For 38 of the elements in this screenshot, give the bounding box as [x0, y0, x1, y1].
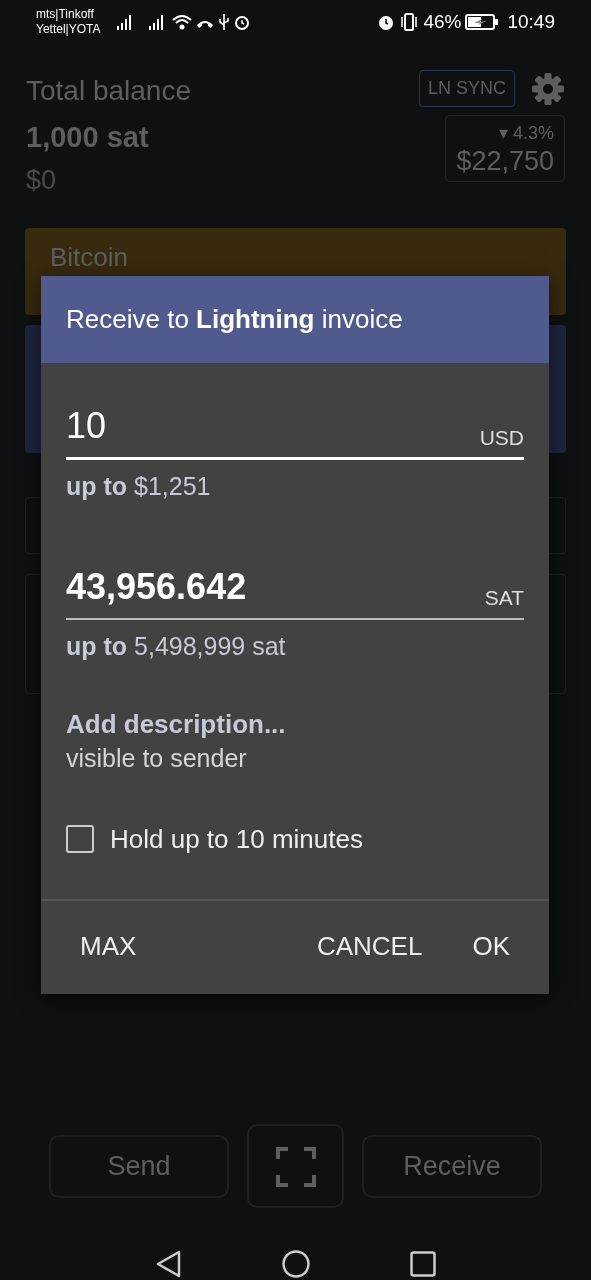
settings-icon[interactable]: [531, 71, 565, 106]
battery-percent: 46%: [423, 9, 462, 34]
fiat-amount: $0: [26, 163, 58, 197]
unit-label: USD: [479, 424, 524, 451]
description-hint: visible to sender: [66, 743, 248, 774]
clock: 10:49: [507, 9, 555, 34]
limit-text: up to $1,251: [66, 471, 212, 502]
price-change: ▾ 4.3%: [497, 122, 554, 145]
limit-text: up to 5,498,999 sat: [66, 630, 287, 662]
vibrate-icon: [399, 13, 420, 31]
carrier-name: Yettel|YOTA: [36, 22, 101, 37]
wifi-icon: [172, 14, 193, 30]
balance-amount: 1,000 sat: [26, 120, 150, 155]
dialog-button[interactable]: MAX: [66, 918, 151, 974]
scan-icon: [275, 1146, 316, 1187]
back-icon[interactable]: [155, 1250, 182, 1278]
recents-icon[interactable]: [409, 1251, 436, 1277]
alarm-icon: [234, 14, 251, 30]
carrier-name: mts|Tinkoff: [36, 7, 95, 22]
checkbox[interactable]: [66, 825, 94, 853]
amount-field[interactable]: 43,956.642: [66, 559, 485, 614]
btc-price: $22,750: [456, 147, 554, 177]
dialog-title: Receive to Lightning invoice: [41, 276, 549, 363]
alarm-icon: [377, 13, 396, 31]
dialog-button[interactable]: CANCEL: [302, 918, 437, 974]
amount-field[interactable]: 10: [66, 399, 480, 453]
signal-icon: [116, 13, 133, 31]
checkbox-label: Hold up to 10 minutes: [110, 822, 363, 856]
battery-icon: [465, 13, 500, 31]
home-icon[interactable]: [281, 1250, 310, 1278]
scan-button[interactable]: [247, 1124, 344, 1208]
add-description-link[interactable]: Add description...: [66, 705, 524, 744]
signal-icon: [148, 13, 165, 31]
dialog-button[interactable]: OK: [458, 918, 524, 974]
account-name: Bitcoin: [50, 241, 129, 274]
usb-icon: [218, 13, 231, 31]
unit-label: SAT: [484, 585, 524, 611]
balance-label: Total balance: [26, 74, 191, 108]
